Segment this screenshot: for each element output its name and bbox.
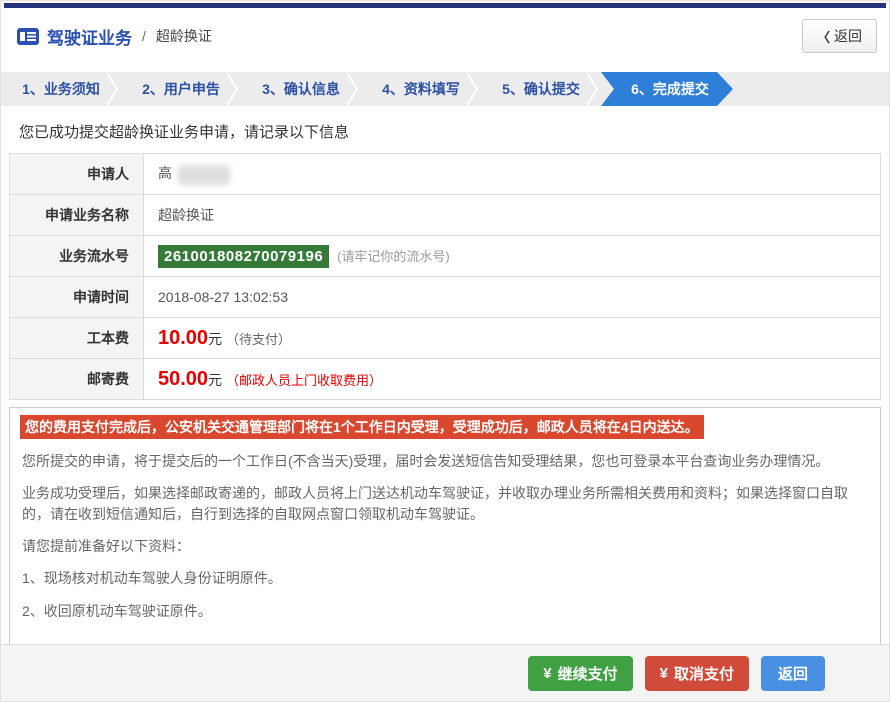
- yen-icon: ¥: [543, 665, 551, 682]
- production-fee-note: （待支付）: [226, 332, 291, 347]
- cancel-payment-button[interactable]: ¥ 取消支付: [645, 656, 749, 691]
- table-row-applicant: 申请人 高: [10, 154, 881, 195]
- row-label: 工本费: [10, 318, 144, 359]
- row-label: 业务流水号: [10, 236, 144, 277]
- step-progress-bar: 1、业务须知 2、用户申告 3、确认信息 4、资料填写 5、确认提交 6、完成提…: [1, 72, 889, 106]
- applicant-value: 高: [144, 154, 881, 195]
- header-back-label: 返回: [834, 26, 862, 46]
- step-tab-1: 1、业务须知: [1, 72, 121, 106]
- step-separator-chevron-icon: [225, 72, 239, 106]
- production-fee-cell: 10.00元 （待支付）: [144, 318, 881, 359]
- apply-time-value: 2018-08-27 13:02:53: [144, 277, 881, 318]
- step-tab-label: 5、确认提交: [502, 79, 580, 99]
- step-tab-label: 6、完成提交: [631, 79, 709, 99]
- step-tab-5: 5、确认提交: [481, 72, 601, 106]
- notice-list-item: 1、现场核对机动车驾驶人身份证明原件。: [22, 568, 868, 588]
- applicant-surname: 高: [158, 165, 172, 181]
- success-message: 您已成功提交超龄换证业务申请，请记录以下信息: [19, 121, 881, 142]
- step-tab-2: 2、用户申告: [121, 72, 241, 106]
- notice-paragraph: 请您提前准备好以下资料：: [22, 536, 868, 556]
- license-service-page: 驾驶证业务 / 超龄换证 〈 返回 1、业务须知 2、用户申告 3、确认信息 4…: [0, 0, 890, 702]
- table-row-serial: 业务流水号 261001808270079196 (请牢记你的流水号): [10, 236, 881, 277]
- notice-paragraph: 您所提交的申请，将于提交后的一个工作日(不含当天)受理，届时会发送短信告知受理结…: [22, 451, 868, 471]
- postage-fee-cell: 50.00元 （邮政人员上门收取费用）: [144, 359, 881, 400]
- continue-payment-label: 继续支付: [558, 663, 618, 684]
- page-header: 驾驶证业务 / 超龄换证 〈 返回: [1, 8, 889, 62]
- header-back-button[interactable]: 〈 返回: [802, 19, 877, 53]
- application-info-table: 申请人 高 申请业务名称 超龄换证 业务流水号 2610018082700791…: [9, 153, 881, 400]
- payment-warning-banner: 您的费用支付完成后，公安机关交通管理部门将在1个工作日内受理，受理成功后，邮政人…: [20, 415, 704, 439]
- row-label: 申请时间: [10, 277, 144, 318]
- step-tab-label: 2、用户申告: [142, 79, 220, 99]
- serial-note: (请牢记你的流水号): [337, 249, 450, 264]
- production-fee-amount: 10.00: [158, 327, 208, 349]
- step-tab-label: 3、确认信息: [262, 79, 340, 99]
- row-label: 邮寄费: [10, 359, 144, 400]
- breadcrumb-separator: /: [142, 28, 146, 44]
- result-content: 您已成功提交超龄换证业务申请，请记录以下信息 申请人 高 申请业务名称 超龄换证…: [1, 121, 889, 686]
- fee-unit: 元: [208, 372, 222, 388]
- footer-back-button[interactable]: 返回: [761, 656, 825, 691]
- postage-fee-amount: 50.00: [158, 368, 208, 390]
- page-title: 驾驶证业务: [47, 24, 132, 49]
- yen-icon: ¥: [660, 665, 668, 682]
- table-row-postage-fee: 邮寄费 50.00元 （邮政人员上门收取费用）: [10, 359, 881, 400]
- cancel-payment-label: 取消支付: [674, 663, 734, 684]
- action-footer: ¥ 继续支付 ¥ 取消支付 返回: [1, 644, 889, 701]
- applicant-name-redacted: [178, 165, 230, 185]
- fee-unit: 元: [208, 331, 222, 347]
- step-tab-6-active: 6、完成提交: [601, 72, 733, 106]
- license-list-icon: [17, 28, 39, 45]
- notice-paragraph: 业务成功受理后，如果选择邮政寄递的，邮政人员将上门送达机动车驾驶证，并收取办理业…: [22, 483, 868, 524]
- table-row-apply-time: 申请时间 2018-08-27 13:02:53: [10, 277, 881, 318]
- step-tab-label: 4、资料填写: [382, 79, 460, 99]
- step-separator-chevron-icon: [465, 72, 479, 106]
- step-tab-4: 4、资料填写: [361, 72, 481, 106]
- footer-back-label: 返回: [778, 663, 808, 684]
- chevron-left-icon: 〈: [817, 27, 830, 46]
- step-separator-chevron-icon: [585, 72, 599, 106]
- table-row-production-fee: 工本费 10.00元 （待支付）: [10, 318, 881, 359]
- breadcrumb-current: 超龄换证: [156, 26, 212, 46]
- serial-value-cell: 261001808270079196 (请牢记你的流水号): [144, 236, 881, 277]
- breadcrumb: 驾驶证业务 / 超龄换证: [17, 24, 212, 49]
- business-name-value: 超龄换证: [144, 195, 881, 236]
- step-tab-label: 1、业务须知: [22, 79, 100, 99]
- postage-fee-note: （邮政人员上门收取费用）: [226, 373, 382, 388]
- step-separator-chevron-icon: [345, 72, 359, 106]
- table-row-business-name: 申请业务名称 超龄换证: [10, 195, 881, 236]
- row-label: 申请业务名称: [10, 195, 144, 236]
- serial-number-badge: 261001808270079196: [158, 245, 329, 268]
- step-separator-chevron-icon: [105, 72, 119, 106]
- row-label: 申请人: [10, 154, 144, 195]
- continue-payment-button[interactable]: ¥ 继续支付: [528, 656, 632, 691]
- notice-list-item: 2、收回原机动车驾驶证原件。: [22, 601, 868, 621]
- step-tab-3: 3、确认信息: [241, 72, 361, 106]
